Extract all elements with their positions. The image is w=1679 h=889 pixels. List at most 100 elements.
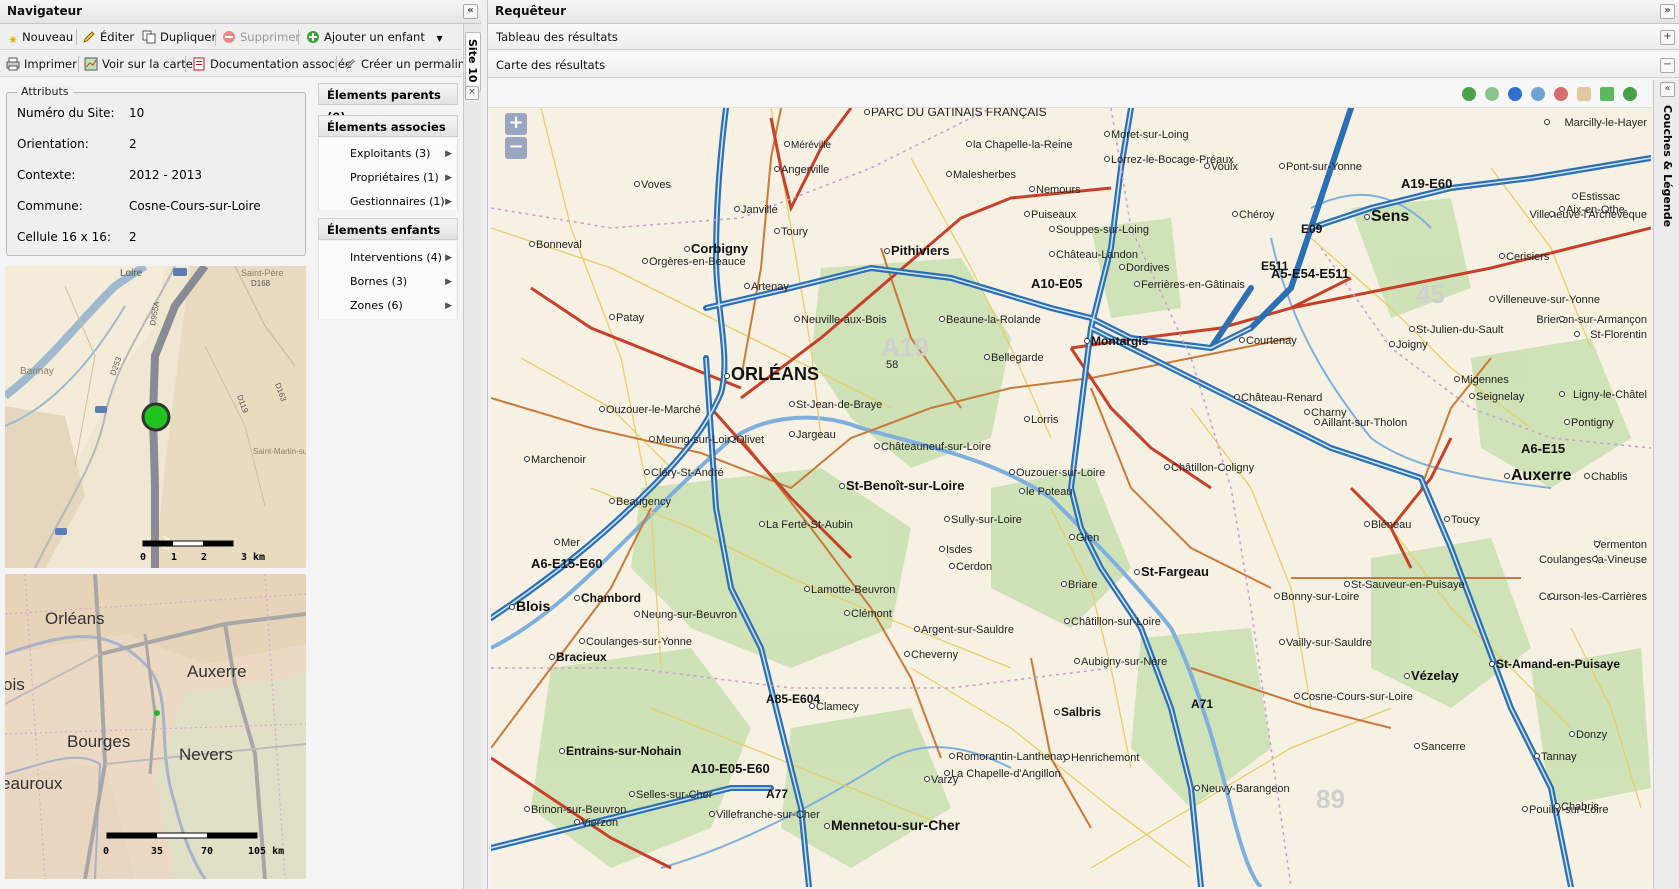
map-city-label: A19-E60	[1401, 176, 1452, 191]
map-city-dot	[1489, 661, 1495, 667]
map-city-dot	[1572, 193, 1578, 199]
map-city-dot	[634, 181, 640, 187]
map-city-dot	[1274, 593, 1280, 599]
duplicate-icon	[142, 30, 156, 44]
map-city-dot	[1164, 464, 1170, 470]
map-city-dot	[1104, 131, 1110, 137]
parents-header[interactable]: Élements parents (0)	[318, 83, 458, 124]
map-city-dot	[1554, 803, 1560, 809]
site-location-marker	[141, 402, 171, 432]
map-city-label: A19	[881, 332, 929, 362]
map-city-label: Neuvy-Barangeon	[1201, 783, 1290, 795]
map-city-dot	[1134, 569, 1140, 575]
map-zoom-out-button[interactable]: −	[505, 137, 527, 159]
map-city-dot	[944, 516, 950, 522]
results-map-header[interactable]: Carte des résultats −	[488, 52, 1679, 78]
results-table-header[interactable]: Tableau des résultats +	[488, 24, 1679, 50]
collapse-requeteur-button[interactable]: »	[1660, 4, 1675, 19]
map-city-dot	[724, 373, 730, 379]
map-city-dot	[904, 651, 910, 657]
site-tab[interactable]: Site 10	[465, 32, 481, 92]
map-city-label: Châteauneuf-sur-Loire	[881, 441, 991, 453]
map-city-dot	[1239, 337, 1245, 343]
map-city-dot	[1574, 331, 1580, 337]
map-city-dot	[1049, 226, 1055, 232]
map-city-dot	[709, 811, 715, 817]
permalink-button[interactable]: Créer un permalink	[343, 55, 472, 73]
expand-layers-button[interactable]: «	[1660, 82, 1675, 97]
map-city-label: Chablis	[1591, 471, 1628, 483]
map-city-dot	[1559, 206, 1565, 212]
map-city-label: Toury	[781, 226, 808, 238]
zoom-extent-icon[interactable]	[1600, 87, 1614, 101]
globe-icon[interactable]	[1623, 87, 1637, 101]
map-city-dot	[1409, 326, 1415, 332]
layers-legend-strip: « Couches & Légende	[1653, 80, 1679, 889]
requeteur-header: Requêteur »	[488, 0, 1679, 24]
map-city-dot	[984, 354, 990, 360]
associated-header[interactable]: Élements associes	[318, 115, 458, 137]
delete-button[interactable]: Supprimer	[222, 28, 300, 46]
map-city-label: Souppes-sur-Loing	[1056, 224, 1149, 236]
relation-item-exploitants[interactable]: Exploitants (3) ▶	[350, 144, 458, 164]
regional-minimap[interactable]: Orléans Auxerre ois Bourges Nevers eauro…	[5, 574, 306, 879]
map-city-label: Migennes	[1461, 374, 1509, 386]
map-city-label: Moret-sur-Loing	[1111, 129, 1189, 141]
chevron-right-icon: ▶	[445, 149, 452, 159]
info-icon[interactable]	[1508, 87, 1522, 101]
relation-item-interventions[interactable]: Interventions (4) ▶	[350, 248, 458, 268]
minimap-label: D168	[251, 279, 271, 288]
duplicate-button[interactable]: Dupliquer	[142, 28, 216, 46]
relation-item-gestionnaires[interactable]: Gestionnaires (1) ▶	[350, 192, 458, 212]
map-city-label: St-Jean-de-Braye	[796, 399, 882, 411]
relation-item-proprietaires[interactable]: Propriétaires (1) ▶	[350, 168, 458, 188]
add-child-button[interactable]: Ajouter un enfant ▼	[306, 28, 443, 46]
map-city-label: Henrichemont	[1071, 752, 1139, 764]
zoom-out-icon[interactable]	[1554, 87, 1568, 101]
map-city-dot	[574, 595, 580, 601]
map-zoom-in-button[interactable]: +	[505, 113, 527, 135]
map-city-label: St-Florentin	[1590, 329, 1647, 341]
close-icon[interactable]: ×	[465, 86, 479, 100]
relation-item-zones[interactable]: Zones (6) ▶	[350, 296, 458, 316]
map-city-label: Cléry-St-André	[651, 467, 724, 479]
new-button[interactable]: ✷ Nouveau	[8, 28, 73, 47]
edit-button[interactable]: Éditer	[82, 28, 134, 46]
map-city-label: Selles-sur-Cher	[636, 789, 713, 801]
minimap-label: Orléans	[45, 609, 105, 628]
map-city-label: Orgères-en-Beauce	[649, 256, 746, 268]
map-city-dot	[599, 406, 605, 412]
layers-legend-tab[interactable]: Couches & Légende	[1661, 105, 1674, 227]
map-city-dot	[684, 246, 690, 252]
redo-icon[interactable]	[1485, 87, 1499, 101]
map-city-dot	[549, 654, 555, 660]
relation-item-bornes[interactable]: Bornes (3) ▶	[350, 272, 458, 292]
map-city-label: Meung-sur-Loire	[656, 434, 737, 446]
pan-hand-icon[interactable]	[1577, 87, 1591, 101]
minimap-label: ois	[5, 675, 25, 694]
zoom-in-icon[interactable]	[1531, 87, 1545, 101]
local-minimap[interactable]: Loire Saint-Père D168 D955A Bannay D253 …	[5, 266, 306, 568]
map-city-label: Bellegarde	[991, 352, 1044, 364]
attribute-label: Contexte:	[17, 168, 76, 182]
map-city-dot	[1054, 709, 1060, 715]
toolbar-separator	[336, 56, 337, 72]
undo-icon[interactable]	[1462, 87, 1476, 101]
map-city-dot	[1279, 639, 1285, 645]
map-city-label: St-Julien-du-Sault	[1416, 324, 1503, 336]
minimap-label: Saint-Père	[241, 268, 284, 278]
map-city-dot	[1024, 416, 1030, 422]
print-button[interactable]: Imprimer	[6, 55, 77, 73]
children-header[interactable]: Élements enfants	[318, 218, 458, 240]
collapse-navigator-button[interactable]: «	[463, 4, 478, 19]
map-city-dot	[884, 248, 890, 254]
expand-icon[interactable]: +	[1660, 30, 1675, 45]
results-map[interactable]: PARC DU GATINAIS FRANÇAIS Méréville Angerv…	[491, 108, 1651, 887]
collapse-icon[interactable]: −	[1660, 58, 1675, 73]
view-on-map-button[interactable]: Voir sur la carte	[84, 55, 193, 73]
map-city-label: Aillant-sur-Tholon	[1321, 417, 1407, 429]
documentation-button[interactable]: Documentation associée	[192, 55, 352, 73]
map-city-label: Bonneval	[536, 239, 582, 251]
add-icon	[306, 30, 320, 44]
map-city-label: la Chapelle-la-Reine	[973, 139, 1073, 151]
